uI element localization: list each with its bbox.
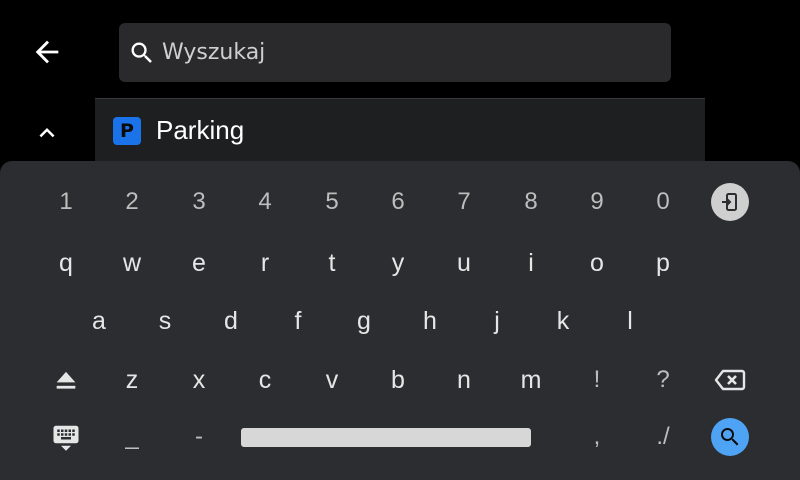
shift-icon (56, 371, 76, 389)
key-w[interactable]: w (104, 238, 160, 288)
search-box[interactable] (119, 23, 671, 82)
key-0[interactable]: 0 (635, 177, 691, 227)
suggestion-item-parking[interactable]: P Parking (95, 98, 705, 162)
key-o[interactable]: o (569, 238, 625, 288)
backspace-icon (714, 369, 746, 391)
key-m[interactable]: m (503, 355, 559, 405)
search-icon (127, 38, 157, 68)
key-underscore[interactable]: _ (104, 412, 160, 462)
key-q[interactable]: q (38, 238, 94, 288)
key-b[interactable]: b (370, 355, 426, 405)
key-d[interactable]: d (203, 296, 259, 346)
key-a[interactable]: a (71, 296, 127, 346)
key-y[interactable]: y (370, 238, 426, 288)
exit-keyboard-button[interactable] (711, 183, 749, 221)
keyboard-icon (53, 425, 79, 451)
key-t[interactable]: t (304, 238, 360, 288)
on-screen-keyboard: 1 2 3 4 5 6 7 8 9 0 q w e r t y u i o p … (0, 161, 800, 480)
key-l[interactable]: l (602, 296, 658, 346)
key-period-slash[interactable]: ./ (635, 412, 691, 462)
key-1[interactable]: 1 (38, 177, 94, 227)
key-8[interactable]: 8 (503, 177, 559, 227)
key-7[interactable]: 7 (436, 177, 492, 227)
key-k[interactable]: k (535, 296, 591, 346)
key-e[interactable]: e (171, 238, 227, 288)
chevron-up-icon (39, 128, 55, 138)
shift-key[interactable] (38, 355, 94, 405)
space-key[interactable] (241, 428, 531, 447)
backspace-key[interactable] (702, 355, 758, 405)
key-exclamation[interactable]: ! (569, 355, 625, 405)
key-question[interactable]: ? (635, 355, 691, 405)
key-j[interactable]: j (469, 296, 525, 346)
key-s[interactable]: s (137, 296, 193, 346)
key-c[interactable]: c (237, 355, 293, 405)
key-h[interactable]: h (402, 296, 458, 346)
key-z[interactable]: z (104, 355, 160, 405)
key-9[interactable]: 9 (569, 177, 625, 227)
key-5[interactable]: 5 (304, 177, 360, 227)
collapse-button[interactable] (24, 110, 70, 156)
key-4[interactable]: 4 (237, 177, 293, 227)
suggestion-label: Parking (156, 115, 245, 145)
key-comma[interactable]: , (569, 412, 625, 462)
search-icon (721, 428, 739, 446)
search-key[interactable] (711, 418, 749, 456)
key-f[interactable]: f (270, 296, 326, 346)
key-i[interactable]: i (503, 238, 559, 288)
key-6[interactable]: 6 (370, 177, 426, 227)
key-2[interactable]: 2 (104, 177, 160, 227)
key-p[interactable]: p (635, 238, 691, 288)
back-button[interactable] (22, 27, 72, 77)
key-n[interactable]: n (436, 355, 492, 405)
key-3[interactable]: 3 (171, 177, 227, 227)
key-v[interactable]: v (304, 355, 360, 405)
keyboard-switch-key[interactable] (38, 412, 94, 462)
key-hyphen[interactable]: - (171, 412, 227, 462)
key-x[interactable]: x (171, 355, 227, 405)
arrow-left-icon (35, 40, 59, 64)
key-r[interactable]: r (237, 238, 293, 288)
search-input[interactable] (162, 40, 642, 65)
exit-icon (722, 193, 737, 211)
key-g[interactable]: g (336, 296, 392, 346)
parking-icon: P (113, 116, 141, 145)
key-u[interactable]: u (436, 238, 492, 288)
